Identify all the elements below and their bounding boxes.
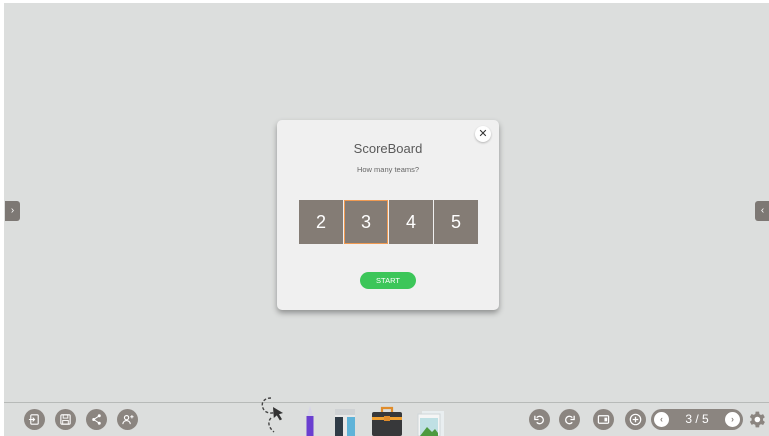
page-indicator: 3 / 5 bbox=[685, 412, 709, 426]
dialog-subtitle: How many teams? bbox=[356, 165, 420, 174]
settings-icon bbox=[749, 411, 765, 428]
scoreboard-dialog: ✕ ScoreBoard How many teams? 2 3 4 5 STA… bbox=[277, 120, 499, 310]
right-panel-toggle[interactable]: ‹ bbox=[755, 201, 769, 221]
left-panel-toggle[interactable]: › bbox=[5, 201, 20, 221]
start-button[interactable]: START bbox=[360, 272, 416, 289]
toolbox-icon bbox=[372, 406, 402, 436]
share-icon bbox=[92, 414, 101, 425]
add-page-button[interactable] bbox=[625, 409, 646, 430]
add-user-icon bbox=[122, 414, 134, 425]
lasso-select-tool[interactable] bbox=[257, 394, 291, 436]
settings-button[interactable] bbox=[746, 409, 767, 430]
save-button[interactable] bbox=[55, 409, 76, 430]
close-icon: ✕ bbox=[478, 128, 488, 140]
chevron-left-icon: ‹ bbox=[660, 414, 663, 424]
toolbar-divider bbox=[4, 402, 769, 403]
eraser-tool[interactable] bbox=[333, 407, 357, 436]
undo-icon bbox=[534, 415, 544, 425]
eraser-icon bbox=[335, 409, 355, 436]
gallery-icon bbox=[417, 411, 444, 436]
next-page-button[interactable]: › bbox=[725, 412, 740, 427]
lasso-select-icon bbox=[261, 397, 283, 433]
gallery-tool[interactable] bbox=[416, 410, 446, 436]
save-icon bbox=[60, 414, 71, 425]
pen-icon bbox=[306, 406, 314, 436]
team-count-options: 2 3 4 5 bbox=[299, 200, 478, 244]
chevron-right-icon: › bbox=[10, 205, 15, 216]
chevron-left-icon: ‹ bbox=[760, 205, 765, 216]
page-navigator: ‹ 3 / 5 › bbox=[651, 409, 743, 430]
dialog-title: ScoreBoard bbox=[353, 141, 423, 156]
team-option-3[interactable]: 3 bbox=[344, 200, 388, 244]
team-option-4[interactable]: 4 bbox=[389, 200, 433, 244]
share-button[interactable] bbox=[86, 409, 107, 430]
team-option-2[interactable]: 2 bbox=[299, 200, 343, 244]
add-page-icon bbox=[629, 413, 642, 426]
undo-button[interactable] bbox=[529, 409, 550, 430]
exit-button[interactable] bbox=[24, 409, 45, 430]
close-button[interactable]: ✕ bbox=[475, 126, 491, 142]
redo-button[interactable] bbox=[559, 409, 580, 430]
previous-page-button[interactable]: ‹ bbox=[654, 412, 669, 427]
add-user-button[interactable] bbox=[117, 409, 138, 430]
team-option-5[interactable]: 5 bbox=[434, 200, 478, 244]
pen-tool[interactable] bbox=[302, 404, 318, 436]
screen-capture-icon bbox=[597, 415, 610, 424]
screen-capture-button[interactable] bbox=[593, 409, 614, 430]
redo-icon bbox=[565, 415, 575, 425]
toolbox-tool[interactable] bbox=[371, 406, 403, 436]
chevron-right-icon: › bbox=[731, 414, 734, 424]
exit-icon bbox=[28, 414, 39, 425]
